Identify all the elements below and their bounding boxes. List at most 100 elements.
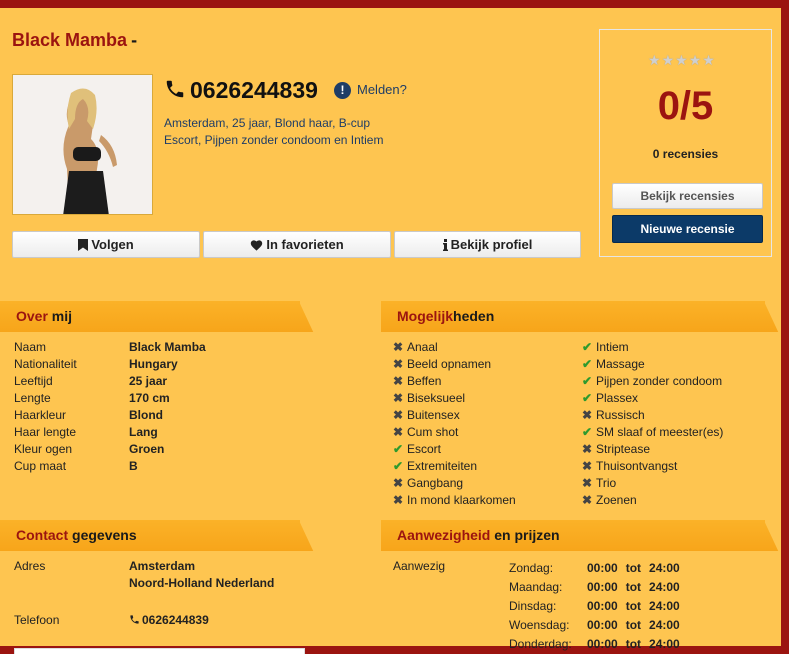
contact-section-header: Contact gegevens [0,520,300,551]
about-row-value: 25 jaar [129,374,168,388]
star-icon: ★ [648,52,662,68]
cross-icon: ✖ [393,340,404,354]
profile-name-heading: Black Mamba - [12,30,137,51]
cross-icon: ✖ [393,425,404,439]
option-label: Anaal [407,340,438,354]
profile-services-summary[interactable]: Escort, Pijpen zonder condoom en Intiem [164,133,383,147]
schedule-from: 00:00 [587,561,618,575]
about-title-highlight: Over [16,308,48,324]
schedule-time: 00:00 tot 24:00 [587,599,680,613]
about-row-label: Haarkleur [14,408,67,422]
option-item: ✔ SM slaaf of meester(es) [582,425,723,439]
profile-photo[interactable] [12,74,153,215]
rating-panel: ★★★★★ 0/5 0 recensies Bekijk recensies N… [599,29,772,257]
option-item: ✖ Gangbang [393,476,463,490]
option-label: Beffen [407,374,442,388]
star-icon: ★ [661,52,676,68]
favorites-button[interactable]: In favorieten [203,231,391,258]
check-icon: ✔ [582,357,593,371]
reviews-count: 0 recensies [652,147,719,161]
rating-stars: ★★★★★ [648,52,716,69]
follow-button-label: Volgen [91,237,134,252]
option-item: ✖ Striptease [582,442,650,456]
page-edge [781,0,789,646]
star-icon: ★ [688,52,703,68]
address-line1: Amsterdam [129,559,196,573]
option-label: Beeld opnamen [407,357,492,371]
option-item: ✔ Massage [582,357,645,371]
about-row-value: Hungary [129,357,178,371]
contact-title-rest: gegevens [68,527,137,543]
presence-label: Aanwezig [393,559,446,573]
about-section-header: Over mij [0,301,300,332]
contact-phone-number: 0626244839 [142,613,209,627]
presence-title-highlight: Aanwezigheid [397,527,491,543]
cross-icon: ✖ [393,476,404,490]
option-item: ✖ Buitensex [393,408,460,422]
option-label: Biseksueel [407,391,466,405]
option-label: Extremiteiten [407,459,478,473]
schedule-tot: tot [625,618,642,632]
option-item: ✖ Cum shot [393,425,458,439]
option-item: ✔ Intiem [582,340,629,354]
schedule-day: Woensdag: [509,618,570,632]
contact-phone[interactable]: 0626244839 [129,613,209,627]
option-label: Thuisontvangst [596,459,678,473]
option-item: ✖ Trio [582,476,616,490]
check-icon: ✔ [393,442,404,456]
schedule-to: 24:00 [649,618,680,632]
schedule-from: 00:00 [587,637,618,651]
cross-icon: ✖ [582,459,593,473]
about-row-label: Haar lengte [14,425,77,439]
rating-score: 0/5 [657,84,714,128]
about-title-rest: mij [47,308,73,324]
schedule-tot: tot [625,580,642,594]
presence-section-header: Aanwezigheid en prijzen [381,520,765,551]
schedule-from: 00:00 [587,580,618,594]
profile-photo-image [13,75,152,214]
option-label: Cum shot [407,425,459,439]
schedule-time: 00:00 tot 24:00 [587,561,680,575]
report-link[interactable]: Melden? [357,82,407,97]
profile-page: Black Mamba - 0626244839 ! Melden? Amster… [0,0,781,654]
option-label: Gangbang [407,476,464,490]
schedule-time: 00:00 tot 24:00 [587,618,680,632]
view-profile-button[interactable]: Bekijk profiel [394,231,581,258]
star-icon: ★ [675,52,689,68]
schedule-to: 24:00 [649,637,680,651]
option-label: In mond klaarkomen [407,493,516,507]
new-review-button[interactable]: Nieuwe recensie [612,215,763,243]
check-icon: ✔ [582,425,593,439]
option-label: Intiem [596,340,629,354]
presence-title-rest: en prijzen [490,527,560,543]
view-profile-button-label: Bekijk profiel [450,237,533,252]
cross-icon: ✖ [393,493,404,507]
address-label: Adres [14,559,46,573]
view-reviews-button[interactable]: Bekijk recensies [612,183,763,209]
profile-phone-number: 0626244839 [190,77,318,103]
schedule-day: Donderdag: [509,637,572,651]
about-row-value: Black Mamba [129,340,206,354]
option-label: Trio [596,476,617,490]
about-row-label: Lengte [14,391,51,405]
options-title-rest: heden [453,308,495,324]
report-info-icon[interactable]: ! [334,82,351,99]
option-item: ✖ Biseksueel [393,391,465,405]
option-item: ✔ Escort [393,442,441,456]
follow-button[interactable]: Volgen [12,231,200,258]
schedule-day: Zondag: [509,561,554,575]
option-label: Zoenen [596,493,637,507]
schedule-tot: tot [625,637,642,651]
option-item: ✖ Beffen [393,374,441,388]
schedule-time: 00:00 tot 24:00 [587,637,680,651]
option-label: SM slaaf of meester(es) [596,425,724,439]
phone-label: Telefoon [14,613,60,627]
option-item: ✔ Extremiteiten [393,459,477,473]
profile-phone[interactable]: 0626244839 [164,77,318,104]
name-dash: - [131,30,138,50]
schedule-day: Dinsdag: [509,599,557,613]
schedule-to: 24:00 [649,580,680,594]
schedule-day: Maandag: [509,580,563,594]
option-item: ✔ Plassex [582,391,638,405]
cross-icon: ✖ [393,357,404,371]
